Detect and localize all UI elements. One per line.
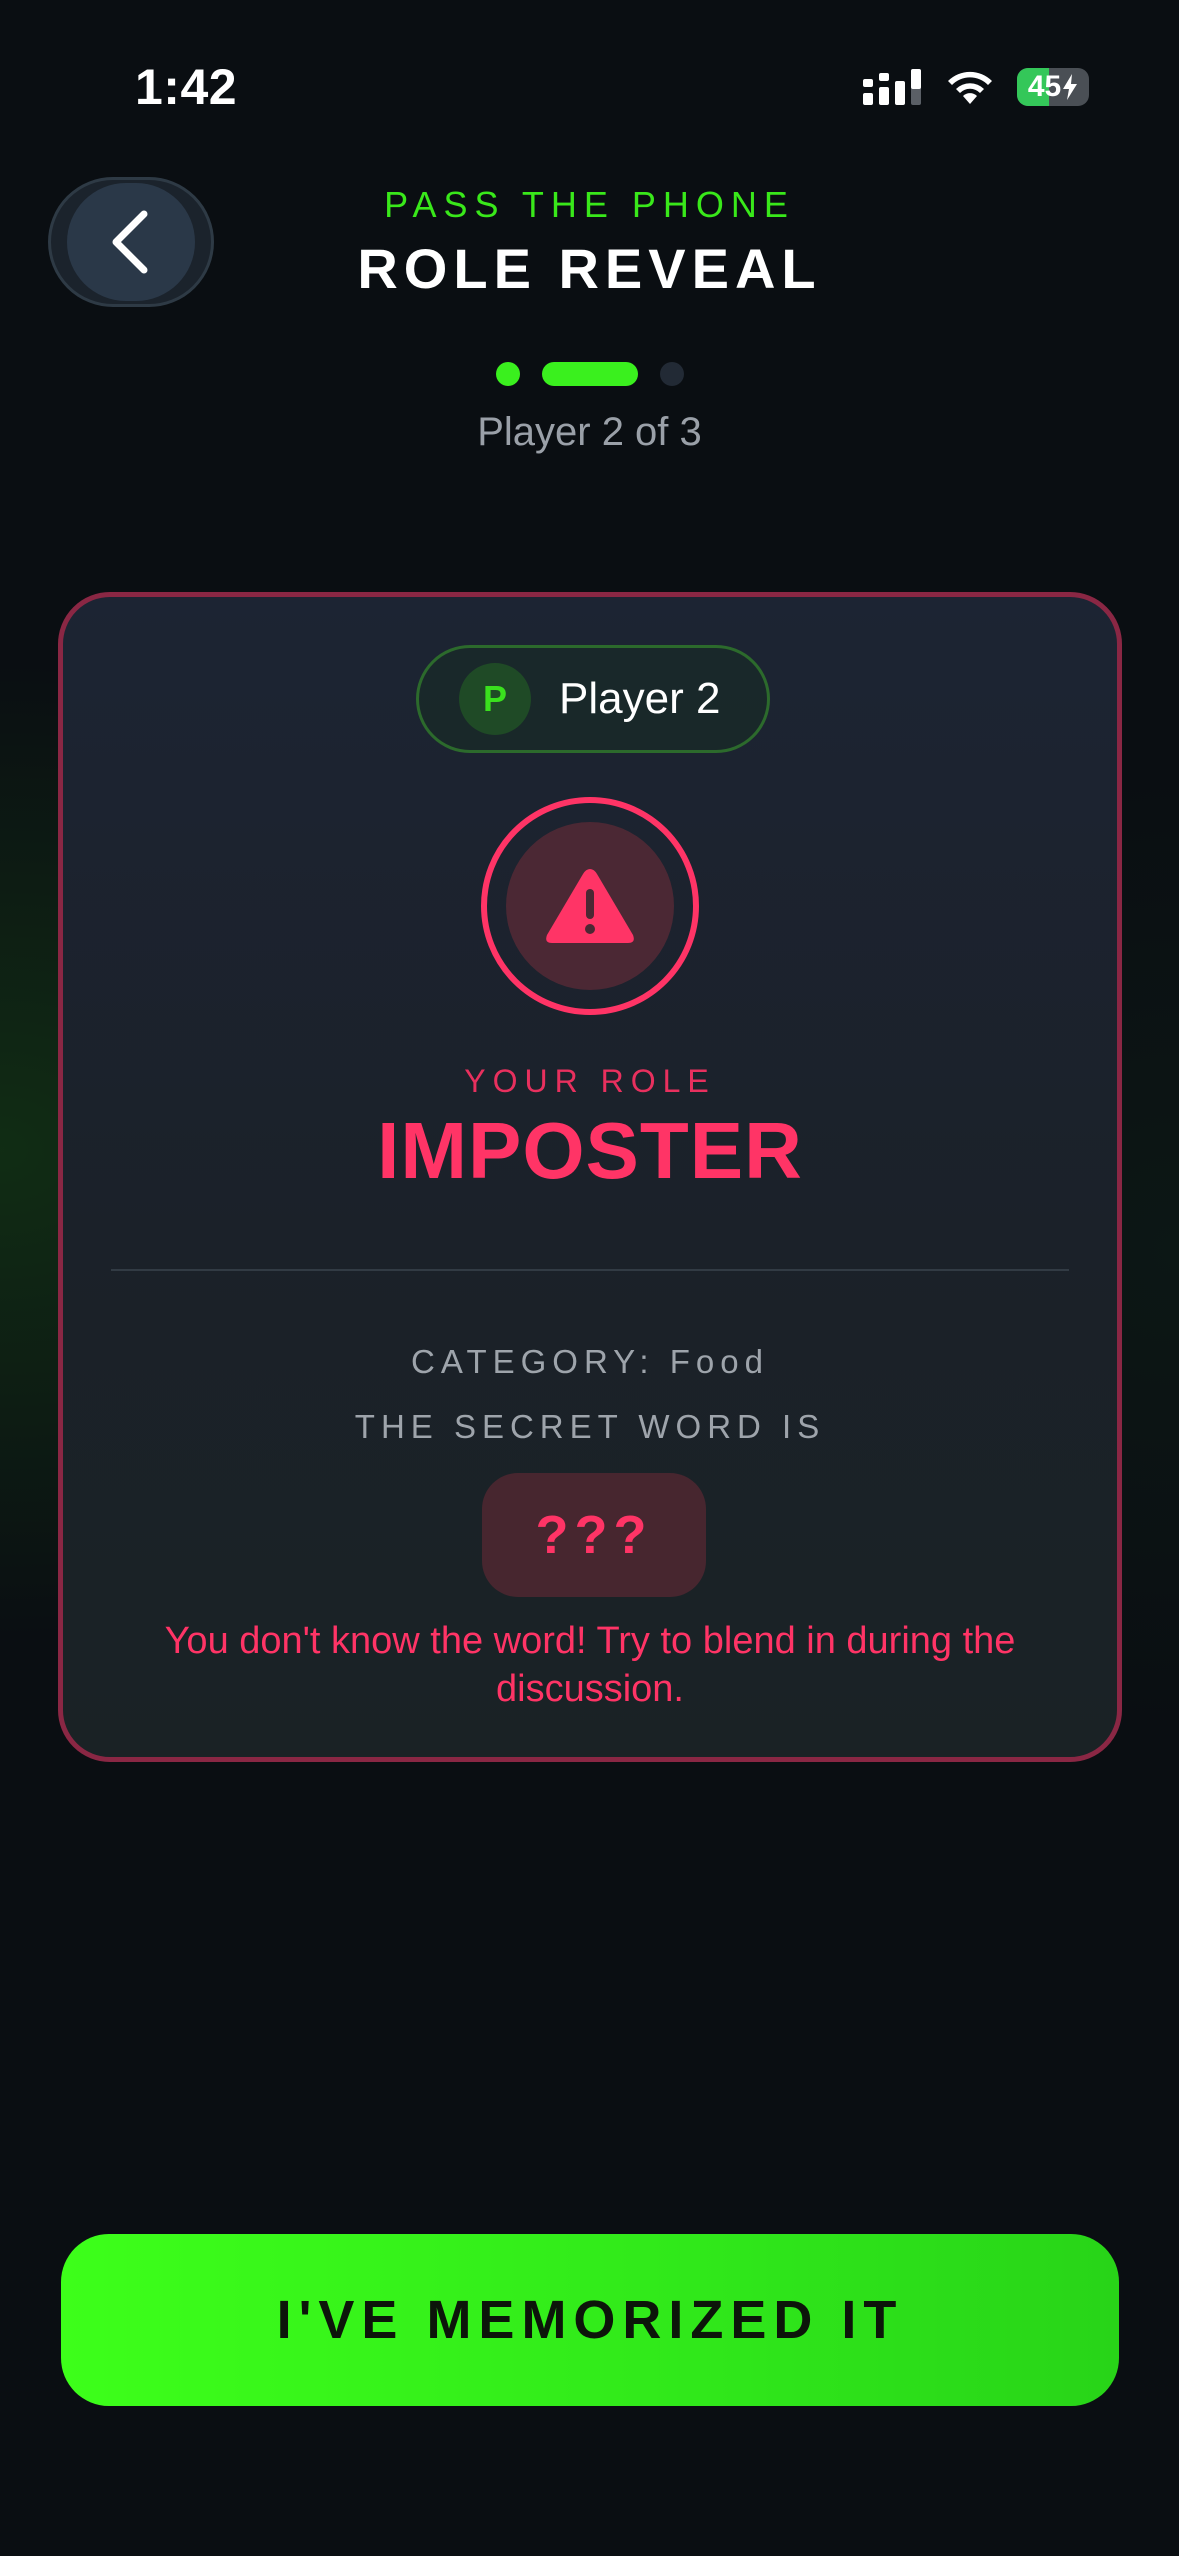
wifi-icon <box>948 71 992 104</box>
status-time: 1:42 <box>135 59 238 115</box>
progress-dot-1 <box>495 362 520 386</box>
memorized-button[interactable]: I'VE MEMORIZED IT <box>61 2234 1119 2406</box>
page-title: ROLE REVEAL <box>357 237 822 300</box>
player-chip: P Player 2 <box>416 645 770 753</box>
role-icon-core <box>506 822 674 990</box>
role-reveal-screen: 1:42 45 PASS THE PHONE ROLE REVEAL Playe… <box>0 0 1179 2556</box>
charging-bolt-icon <box>1063 74 1078 100</box>
cellular-signal-icon <box>863 69 921 105</box>
secret-word-box: ??? <box>482 1473 706 1597</box>
progress-dots <box>0 362 1179 386</box>
status-icons: 45 <box>863 66 1089 108</box>
divider <box>111 1269 1069 1271</box>
player-count: Player 2 of 3 <box>477 410 702 454</box>
progress-dot-3 <box>659 362 684 386</box>
player-name: Player 2 <box>559 674 721 723</box>
secret-word-label: THE SECRET WORD IS <box>354 1408 826 1445</box>
role-card: P Player 2 YOUR ROLE IMPOSTER CATEGORY: … <box>58 592 1122 1762</box>
progress-dot-2 <box>541 362 638 386</box>
warning-triangle-icon <box>546 869 634 943</box>
imposter-hint: You don't know the word! Try to blend in… <box>164 1620 1016 1710</box>
role-icon-ring <box>481 797 699 1015</box>
battery-indicator: 45 <box>1017 68 1089 106</box>
battery-percent: 45 <box>1027 70 1062 103</box>
header-kicker: PASS THE PHONE <box>384 184 795 225</box>
battery-icon: 45 <box>1017 68 1089 106</box>
role-kicker: YOUR ROLE <box>464 1063 716 1099</box>
player-avatar: P <box>459 663 531 735</box>
role-name: IMPOSTER <box>377 1106 803 1195</box>
category-label: CATEGORY: Food <box>411 1343 769 1380</box>
